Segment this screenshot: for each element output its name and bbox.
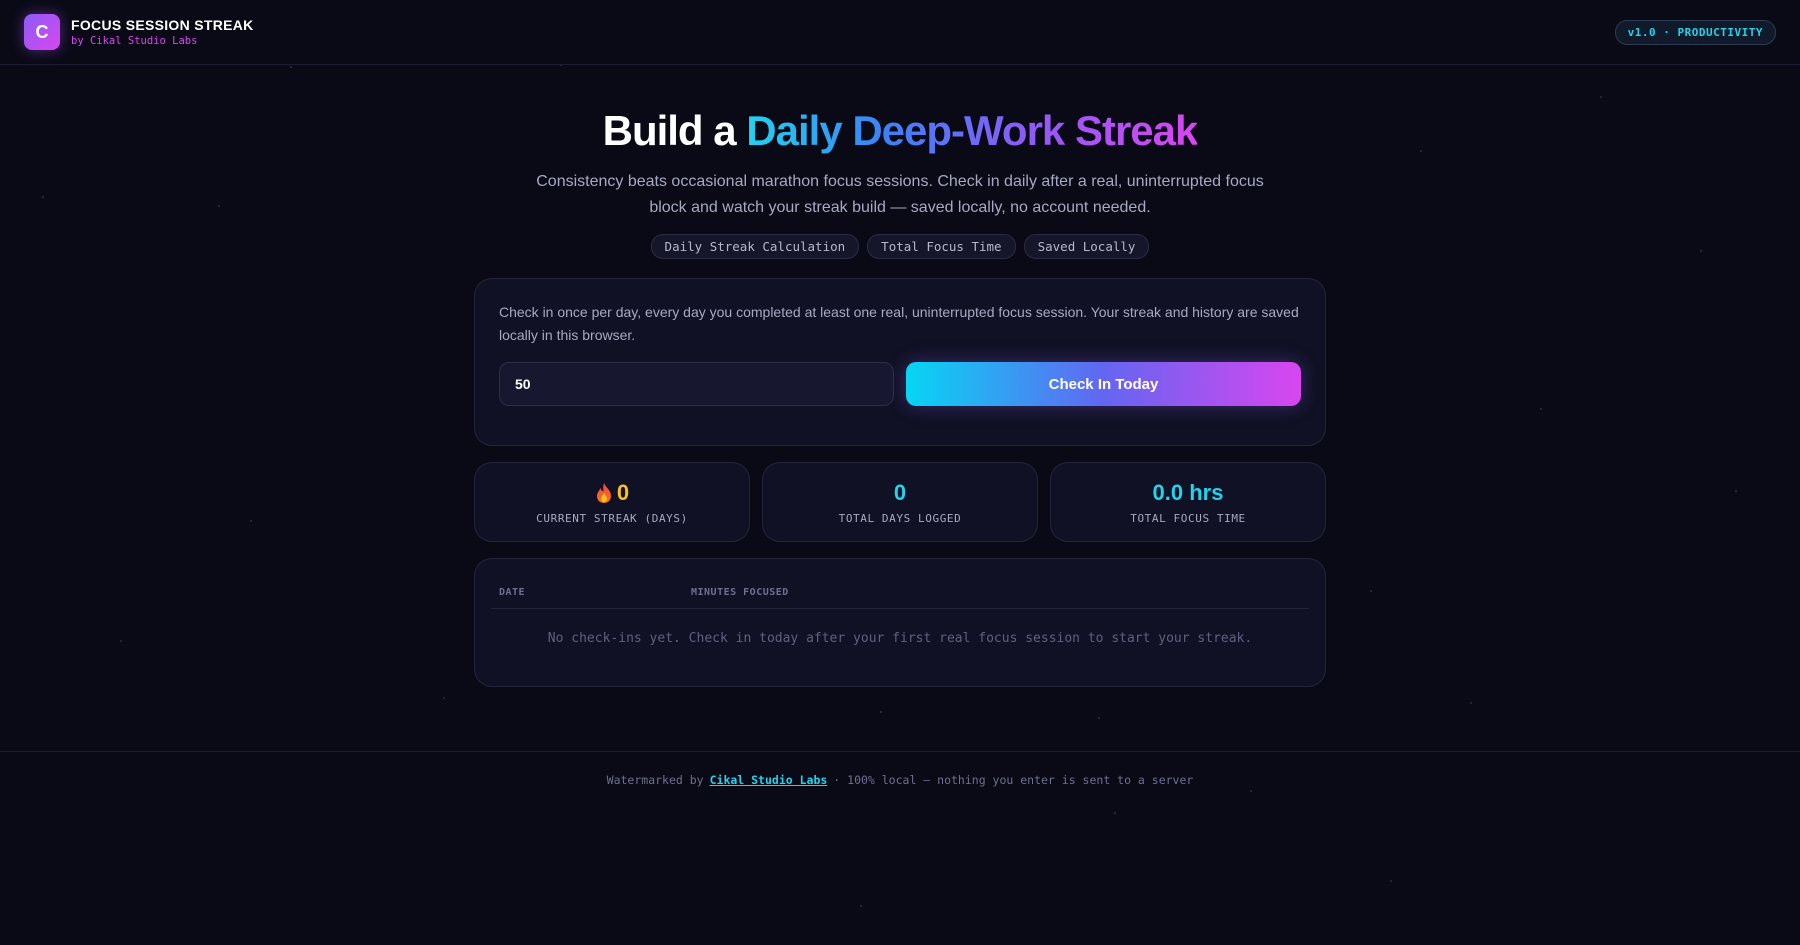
footer-suffix: · 100% local — nothing you enter is sent…	[833, 772, 1194, 787]
stat-current-streak: 0 CURRENT STREAK (DAYS)	[474, 462, 750, 542]
total-days-label: TOTAL DAYS LOGGED	[838, 511, 962, 525]
column-date: DATE	[499, 587, 526, 598]
history-table-header: DATE MINUTES FOCUSED	[491, 559, 1309, 609]
column-minutes-focused: MINUTES FOCUSED	[691, 587, 789, 598]
feature-tags: Daily Streak Calculation Total Focus Tim…	[0, 234, 1800, 259]
tag-total-focus: Total Focus Time	[867, 234, 1016, 259]
current-streak-label: CURRENT STREAK (DAYS)	[536, 511, 688, 525]
app-title: FOCUS SESSION STREAK	[71, 17, 254, 33]
checkin-row: Check In Today	[499, 362, 1301, 406]
top-bar: C FOCUS SESSION STREAK by Cikal Studio L…	[0, 0, 1800, 65]
total-focus-value: 0.0 hrs	[1152, 479, 1224, 505]
total-days-value: 0	[893, 479, 907, 505]
history-card: DATE MINUTES FOCUSED No check-ins yet. C…	[474, 558, 1326, 687]
minutes-input[interactable]	[499, 362, 894, 406]
hero-description: Consistency beats occasional marathon fo…	[536, 173, 1264, 216]
stat-total-focus: 0.0 hrs TOTAL FOCUS TIME	[1050, 462, 1326, 542]
tag-daily-streak: Daily Streak Calculation	[650, 234, 860, 259]
checkin-description: Check in once per day, every day you com…	[499, 304, 1299, 343]
flame-icon	[596, 482, 611, 503]
hero-title: Build a Daily Deep-Work Streak	[0, 105, 1800, 157]
total-focus-label: TOTAL FOCUS TIME	[1130, 511, 1246, 525]
checkin-card: Check in once per day, every day you com…	[474, 278, 1326, 446]
current-streak-value: 0	[616, 479, 630, 505]
check-in-button[interactable]: Check In Today	[906, 362, 1301, 406]
tag-saved-locally: Saved Locally	[1023, 234, 1150, 259]
brand-logo: C	[24, 14, 60, 50]
brand[interactable]: C FOCUS SESSION STREAK by Cikal Studio L…	[24, 14, 254, 50]
current-streak-value-row: 0	[595, 480, 629, 506]
brand-text: FOCUS SESSION STREAK by Cikal Studio Lab…	[71, 17, 254, 47]
footer-prefix: Watermarked by	[606, 772, 704, 787]
hero-title-plain: Build a	[602, 107, 747, 154]
stat-total-days: 0 TOTAL DAYS LOGGED	[762, 462, 1038, 542]
app-subtitle: by Cikal Studio Labs	[71, 35, 198, 47]
version-badge: v1.0 · PRODUCTIVITY	[1614, 19, 1776, 45]
hero-section: Build a Daily Deep-Work Streak Consisten…	[0, 105, 1800, 259]
footer-link-cikal[interactable]: Cikal Studio Labs	[710, 773, 828, 787]
history-empty-message: No check-ins yet. Check in today after y…	[547, 631, 1253, 646]
footer: Watermarked by Cikal Studio Labs · 100% …	[0, 751, 1800, 807]
hero-title-gradient: Daily Deep-Work Streak	[746, 107, 1198, 154]
